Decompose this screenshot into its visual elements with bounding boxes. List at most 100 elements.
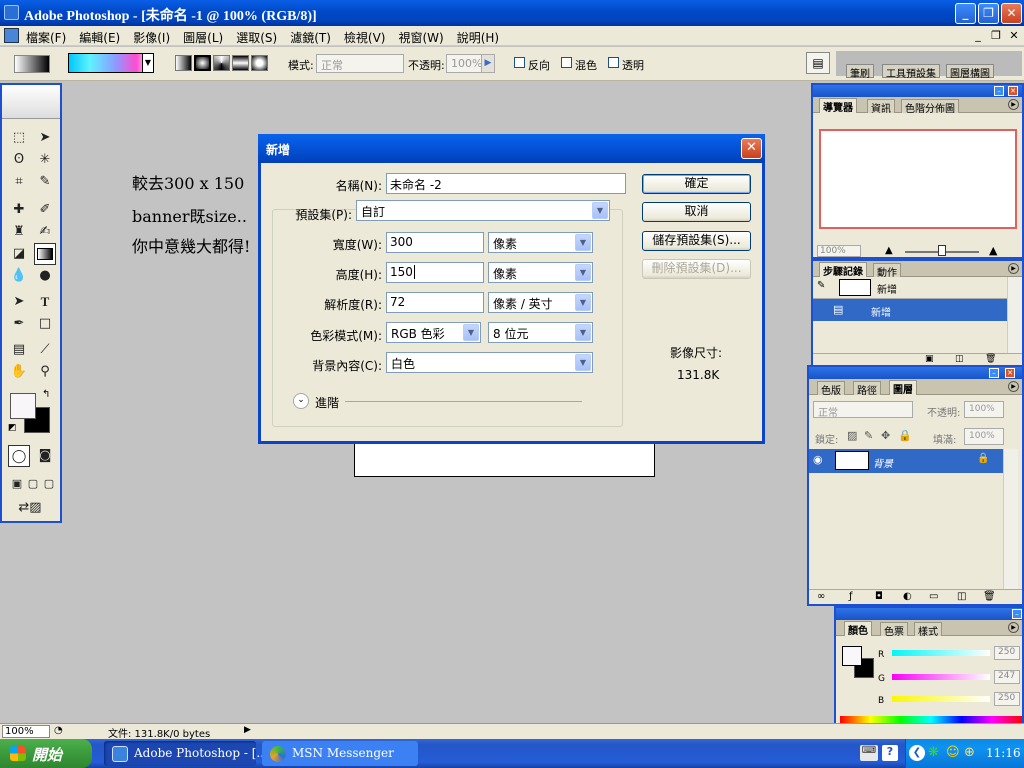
delete-layer-icon[interactable]: 🗑 <box>983 591 996 602</box>
history-snapshot-row[interactable]: ✎ 新增 <box>813 277 1007 299</box>
tab-layers[interactable]: 圖層 <box>889 380 917 396</box>
rectangle-tool-icon[interactable]: □ <box>34 313 56 335</box>
tab-brushes[interactable]: 筆刷 <box>846 64 874 80</box>
diamond-gradient-button[interactable] <box>251 55 268 71</box>
zoom-in-icon[interactable]: ▲ <box>989 244 997 257</box>
menu-view[interactable]: 檢視(V) <box>344 29 386 46</box>
history-scrollbar[interactable] <box>1007 277 1022 353</box>
history-brush-tool-icon[interactable]: ✍ <box>34 221 56 243</box>
color-menu-icon[interactable]: ▶ <box>1008 622 1019 633</box>
b-input[interactable]: 250 <box>994 692 1020 706</box>
tab-paths[interactable]: 路徑 <box>853 381 881 397</box>
restore-button[interactable]: ❐ <box>978 3 999 24</box>
background-contents-select[interactable]: 白色 ▼ <box>386 352 593 373</box>
name-input[interactable]: 未命名 -2 <box>386 173 626 194</box>
layer-visibility-eye-icon[interactable]: ◉ <box>813 453 823 466</box>
advanced-label[interactable]: 進階 <box>315 394 339 411</box>
color-foreground-swatch[interactable] <box>842 646 862 666</box>
doc-minimize-button[interactable]: _ <box>970 29 986 42</box>
navigator-close-button[interactable]: ✕ <box>1008 86 1018 96</box>
bit-depth-select[interactable]: 8 位元 ▼ <box>488 322 593 343</box>
brush-tool-icon[interactable]: ✐ <box>34 199 56 221</box>
g-input[interactable]: 247 <box>994 670 1020 684</box>
menu-file[interactable]: 檔案(F) <box>26 29 66 46</box>
swap-colors-icon[interactable]: ↰ <box>42 389 50 400</box>
menu-edit[interactable]: 編輯(E) <box>79 29 120 46</box>
document-canvas[interactable] <box>354 440 655 477</box>
screen-mode-full-icon[interactable]: ▢ <box>38 473 60 495</box>
clone-stamp-tool-icon[interactable]: ♜ <box>8 221 30 243</box>
navigator-preview[interactable] <box>819 129 1017 229</box>
hand-tool-icon[interactable]: ✋ <box>8 361 30 383</box>
tab-history[interactable]: 步驟記錄 <box>819 262 867 278</box>
navigator-menu-icon[interactable]: ▶ <box>1008 99 1019 110</box>
tool-preset-picker[interactable] <box>14 55 50 73</box>
layer-row-background[interactable]: ◉ 背景 🔒 <box>809 449 1003 473</box>
save-preset-button[interactable]: 儲存預設集(S)... <box>642 231 751 251</box>
r-slider[interactable] <box>892 650 990 656</box>
tray-collapse-icon[interactable]: ❮ <box>909 745 925 761</box>
reflected-gradient-button[interactable] <box>232 55 249 71</box>
keyboard-icon[interactable]: ⌨ <box>860 745 878 761</box>
width-input[interactable]: 300 <box>386 232 484 253</box>
tab-actions[interactable]: 動作 <box>873 263 901 279</box>
taskbar-msn-button[interactable]: MSN Messenger <box>262 741 418 766</box>
gradient-tool-icon[interactable] <box>34 243 56 265</box>
navigator-minimize-button[interactable]: – <box>994 86 1004 96</box>
tray-network-icon[interactable]: ⊕ <box>964 745 975 760</box>
minimize-button[interactable]: _ <box>955 3 976 24</box>
navigator-zoom-thumb[interactable] <box>938 245 946 256</box>
layers-close-button[interactable]: ✕ <box>1005 368 1015 378</box>
color-minimize-button[interactable]: – <box>1012 609 1022 619</box>
layers-minimize-button[interactable]: – <box>989 368 999 378</box>
type-tool-icon[interactable]: T <box>34 291 56 313</box>
height-unit-select[interactable]: 像素 ▼ <box>488 262 593 283</box>
tab-styles[interactable]: 樣式 <box>914 622 942 638</box>
new-snapshot-icon[interactable]: ◫ <box>955 354 964 364</box>
toolbox-header-feather-icon[interactable] <box>2 85 60 119</box>
mode-select[interactable]: 正常 <box>316 54 404 73</box>
preset-select[interactable]: 自訂 ▼ <box>356 200 610 221</box>
doc-restore-button[interactable]: ❐ <box>988 29 1004 42</box>
palette-well-icon[interactable]: ▤ <box>806 52 830 74</box>
default-colors-icon[interactable]: ◩ <box>8 423 17 433</box>
tray-clock[interactable]: 11:16 <box>986 746 1021 760</box>
dodge-tool-icon[interactable]: ● <box>34 265 56 287</box>
menu-filter[interactable]: 濾鏡(T) <box>290 29 331 46</box>
healing-brush-tool-icon[interactable]: ✚ <box>8 199 30 221</box>
advanced-expand-icon[interactable]: ⌄ <box>293 393 309 409</box>
resolution-input[interactable]: 72 <box>386 292 484 313</box>
new-group-icon[interactable]: ▭ <box>929 591 938 602</box>
color-mode-select[interactable]: RGB 色彩 ▼ <box>386 322 481 343</box>
quick-mask-mode-icon[interactable]: ◙ <box>34 445 56 467</box>
layer-mask-icon[interactable]: ◘ <box>875 591 883 602</box>
opacity-input[interactable]: 100% <box>446 54 482 73</box>
tab-navigator[interactable]: 導覽器 <box>819 98 857 114</box>
path-selection-tool-icon[interactable]: ➤ <box>8 291 30 313</box>
r-input[interactable]: 250 <box>994 646 1020 660</box>
lasso-tool-icon[interactable]: ʘ <box>8 149 30 171</box>
g-slider[interactable] <box>892 674 990 680</box>
lock-transparency-icon[interactable]: ▨ <box>847 429 857 442</box>
menu-select[interactable]: 選取(S) <box>236 29 277 46</box>
slice-tool-icon[interactable]: ✎ <box>34 171 56 193</box>
document-icon[interactable] <box>4 28 19 43</box>
tab-tool-presets[interactable]: 工具預設集 <box>882 64 940 80</box>
move-tool-icon[interactable]: ➤ <box>34 127 56 149</box>
tab-info[interactable]: 資訊 <box>867 99 895 115</box>
history-menu-icon[interactable]: ▶ <box>1008 263 1019 274</box>
magic-wand-tool-icon[interactable]: ✳ <box>34 149 56 171</box>
start-button[interactable]: 開始 <box>0 739 92 768</box>
new-layer-icon[interactable]: ◫ <box>957 591 966 602</box>
menu-image[interactable]: 影像(I) <box>133 29 170 46</box>
close-button[interactable]: ✕ <box>1001 3 1022 24</box>
adjustment-layer-icon[interactable]: ◐ <box>903 591 912 602</box>
navigator-zoom-input[interactable]: 100% <box>817 245 861 257</box>
cancel-button[interactable]: 取消 <box>642 202 751 222</box>
height-input[interactable]: 150 <box>386 262 484 283</box>
layers-scrollbar[interactable] <box>1003 449 1018 589</box>
linear-gradient-button[interactable] <box>175 55 192 71</box>
gradient-dropdown-arrow[interactable]: ▼ <box>142 53 154 73</box>
fill-input[interactable]: 100% <box>964 428 1004 445</box>
zoom-out-icon[interactable]: ▲ <box>885 245 893 256</box>
